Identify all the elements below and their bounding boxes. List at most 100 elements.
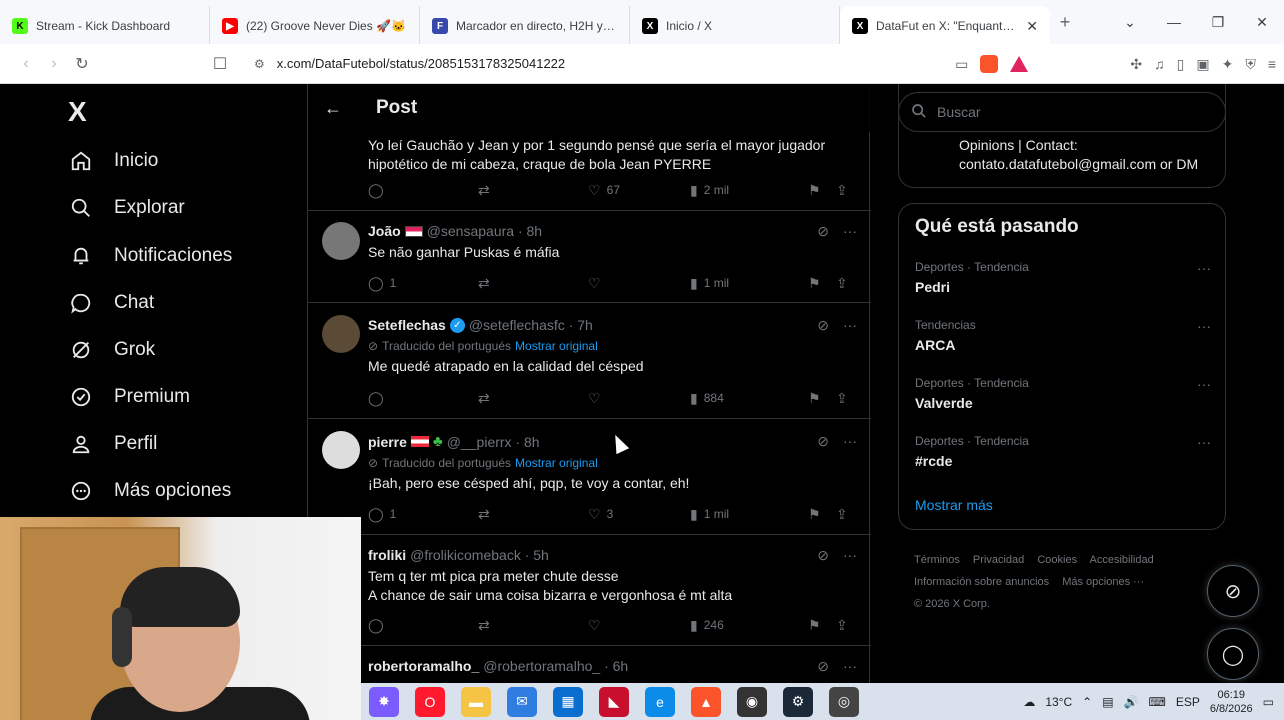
url-field[interactable]: ⚙ x.com/DataFutebol/status/2085153178325… <box>254 56 565 71</box>
views-button[interactable]: ▮ 1 mil <box>690 506 808 523</box>
bookmark-button[interactable]: ⚑ <box>808 275 836 292</box>
author-handle[interactable]: @robertoramalho_ · 6h <box>483 658 628 674</box>
chevron-down-icon[interactable]: ⌄ <box>1108 14 1152 31</box>
vpn-icon[interactable]: ⛨ <box>1245 56 1256 73</box>
nav-item-inicio[interactable]: Inicio <box>60 141 158 181</box>
retweet-button[interactable]: ⇄ <box>478 182 588 199</box>
share-button[interactable]: ⇪ <box>836 182 848 199</box>
nav-item-mas-opciones[interactable]: Más opciones <box>60 471 231 511</box>
trend-item[interactable]: Deportes · Tendencia Pedri ··· <box>915 260 1211 295</box>
leo-icon[interactable]: ✦ <box>1222 56 1234 73</box>
more-menu-icon[interactable]: ··· <box>1197 260 1211 276</box>
views-button[interactable]: ▮ 2 mil <box>690 182 808 199</box>
more-menu-icon[interactable]: ··· <box>1197 318 1211 334</box>
steam-icon[interactable]: ⚙ <box>783 686 813 717</box>
bookmark-icon[interactable]: ☐ <box>206 54 234 74</box>
footer-link[interactable]: Términos <box>914 554 960 566</box>
author-handle[interactable]: @seteflechasfc · 7h <box>469 317 593 333</box>
footer-link[interactable]: Más opciones ··· <box>1062 576 1144 588</box>
new-tab-button[interactable]: + <box>1050 0 1080 44</box>
music-icon[interactable]: ♫ <box>1154 56 1165 72</box>
bookmark-button[interactable]: ⚑ <box>808 506 836 523</box>
grok-icon[interactable]: ⊘ <box>817 433 829 450</box>
grok-icon[interactable]: ⊘ <box>817 547 829 564</box>
retweet-button[interactable]: ⇄ <box>478 390 588 407</box>
back-button[interactable]: ‹ <box>12 55 40 73</box>
site-info-icon[interactable]: ⚙ <box>254 57 265 71</box>
keyboard-icon[interactable]: ⌨ <box>1148 695 1165 709</box>
share-button[interactable]: ⇪ <box>836 275 848 292</box>
reply-tweet[interactable]: froliki @frolikicomeback · 5h Tem q ter m… <box>308 535 871 646</box>
author-name[interactable]: Seteflechas <box>368 317 446 333</box>
brave-rewards-icon[interactable] <box>1010 56 1029 72</box>
grok-icon[interactable]: ⊘ <box>817 658 829 675</box>
bookmark-button[interactable]: ⚑ <box>808 390 836 407</box>
share-button[interactable]: ⇪ <box>836 506 848 523</box>
more-menu-icon[interactable]: ··· <box>843 223 857 240</box>
avatar[interactable] <box>322 222 360 260</box>
sidebar-icon[interactable]: ▯ <box>1177 56 1185 73</box>
brave-icon[interactable]: ▲ <box>691 686 721 717</box>
wallet-icon[interactable]: ▣ <box>1196 56 1209 73</box>
nav-item-explorar[interactable]: Explorar <box>60 188 185 228</box>
nav-item-premium[interactable]: Premium <box>60 377 190 417</box>
share-button[interactable]: ⇪ <box>836 617 848 634</box>
network-icon[interactable]: ▤ <box>1102 695 1113 709</box>
chat-fab-button[interactable]: ◯ <box>1207 628 1259 680</box>
author-name[interactable]: froliki <box>368 547 406 563</box>
more-menu-icon[interactable]: ··· <box>843 317 857 334</box>
tab-flashscore[interactable]: F Marcador en directo, H2H y aline <box>420 6 630 46</box>
trend-item[interactable]: Deportes · Tendencia #rcde ··· <box>915 434 1211 469</box>
reload-button[interactable]: ↻ <box>68 54 96 74</box>
ea-app-icon[interactable]: ◣ <box>599 686 629 717</box>
footer-link[interactable]: Cookies <box>1037 554 1077 566</box>
like-button[interactable]: ♡ <box>588 617 690 634</box>
reply-tweet[interactable]: Seteflechas ✓ @seteflechasfc · 7h ⊘ Traduci… <box>308 303 871 419</box>
x-logo[interactable]: X <box>68 96 87 128</box>
show-original-link[interactable]: Mostrar original <box>515 339 598 353</box>
nav-item-grok[interactable]: Grok <box>60 330 155 370</box>
trend-item[interactable]: Deportes · Tendencia Valverde ··· <box>915 376 1211 411</box>
like-button[interactable]: ♡ <box>588 390 690 407</box>
nav-item-notificaciones[interactable]: Notificaciones <box>60 236 232 276</box>
maximize-button[interactable]: ❐ <box>1196 14 1240 31</box>
nav-item-chat[interactable]: Chat <box>60 283 154 323</box>
notification-icon[interactable]: ▭ <box>1263 695 1274 709</box>
more-menu-icon[interactable]: ··· <box>843 658 857 675</box>
install-app-icon[interactable]: ▭ <box>955 56 968 73</box>
reply-tweet[interactable]: robertoramalho_ @robertoramalho_ · 6h ⊘ ··… <box>308 646 871 684</box>
views-button[interactable]: ▮ 884 <box>690 390 808 407</box>
author-name[interactable]: João <box>368 223 401 239</box>
search-input[interactable]: Buscar <box>898 92 1226 132</box>
bookmark-button[interactable]: ⚑ <box>808 617 836 634</box>
footer-link[interactable]: Accesibilidad <box>1090 554 1154 566</box>
chevron-up-icon[interactable]: ⌃ <box>1082 695 1092 709</box>
minimize-button[interactable]: — <box>1152 14 1196 30</box>
grok-icon[interactable]: ⊘ <box>817 223 829 240</box>
more-menu-icon[interactable]: ··· <box>843 433 857 450</box>
views-button[interactable]: ▮ 1 mil <box>690 275 808 292</box>
footer-link[interactable]: Privacidad <box>973 554 1024 566</box>
store-icon[interactable]: ▦ <box>553 686 583 717</box>
author-handle[interactable]: @frolikicomeback · 5h <box>410 547 549 563</box>
show-original-link[interactable]: Mostrar original <box>515 456 598 470</box>
reply-tweet[interactable]: pierre ♣ @__pierrx · 8h ⊘ Traducido del por… <box>308 419 871 535</box>
like-button[interactable]: ♡ <box>588 275 690 292</box>
brave-shield-icon[interactable] <box>980 55 999 73</box>
volume-icon[interactable]: 🔊 <box>1124 695 1139 709</box>
obs-icon[interactable]: ◉ <box>737 686 767 717</box>
mail-icon[interactable]: ✉ <box>507 686 537 717</box>
nav-item-perfil[interactable]: Perfil <box>60 424 157 464</box>
more-menu-icon[interactable]: ··· <box>1197 376 1211 392</box>
grok-fab-button[interactable]: ⊘ <box>1207 565 1259 617</box>
footer-link[interactable]: Información sobre anuncios <box>914 576 1049 588</box>
reply-button[interactable]: ◯ <box>368 390 478 407</box>
retweet-button[interactable]: ⇄ <box>478 506 588 523</box>
copilot-icon[interactable]: ✸ <box>369 686 399 717</box>
reply-button[interactable]: ◯ <box>368 617 478 634</box>
reply-tweet[interactable]: João @sensapaura · 8h Se não ganhar Puska… <box>308 211 871 303</box>
avatar[interactable] <box>322 315 360 353</box>
back-arrow-icon[interactable]: ← <box>324 98 342 119</box>
grok-icon[interactable]: ⊘ <box>817 317 829 334</box>
tab-x-home[interactable]: X Inicio / X <box>630 6 840 46</box>
